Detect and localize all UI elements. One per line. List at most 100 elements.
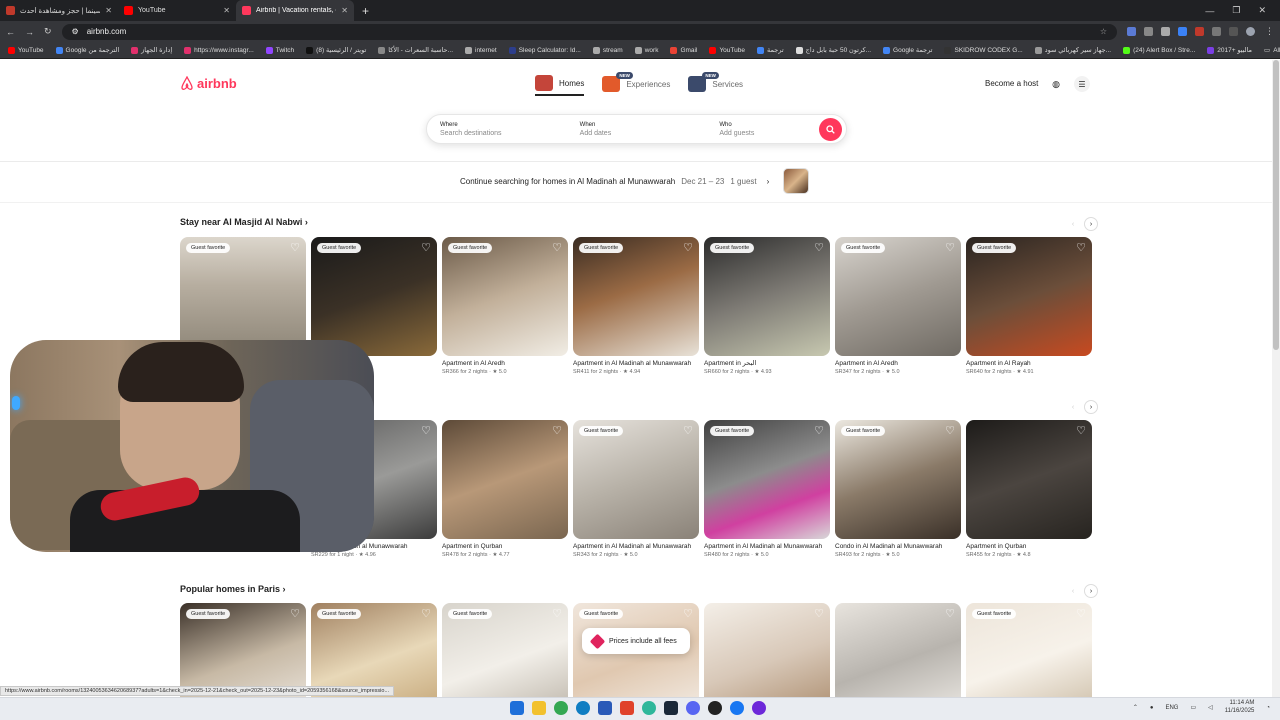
discord-icon[interactable]	[686, 701, 700, 715]
heart-icon[interactable]: ♡	[1076, 424, 1086, 437]
bookmark-item[interactable]: (24) Alert Box / Stre...	[1123, 46, 1195, 54]
heart-icon[interactable]: ♡	[1076, 607, 1086, 620]
bookmark-item[interactable]: مالبيو +2017	[1207, 46, 1252, 54]
language-indicator[interactable]: ENG	[1165, 705, 1178, 711]
volume-icon[interactable]: ◁	[1208, 704, 1213, 711]
bookmark-item[interactable]: YouTube	[8, 46, 44, 54]
bookmark-item[interactable]: تويتر / الرئيسية (8)	[306, 46, 366, 54]
listing-photo[interactable]: ♡	[966, 420, 1092, 539]
scrollbar-thumb[interactable]	[1273, 60, 1279, 350]
microphone-tray-icon[interactable]: ●	[1150, 705, 1154, 711]
bookmark-item[interactable]: SKIDROW CODEX G...	[944, 46, 1023, 54]
brave-icon[interactable]	[620, 701, 634, 715]
chevron-right-icon[interactable]: ›	[1084, 400, 1098, 414]
heart-icon[interactable]: ♡	[814, 607, 824, 620]
chevron-left-icon[interactable]: ‹	[1066, 584, 1080, 598]
tab-close-icon[interactable]: ✕	[223, 6, 230, 15]
heart-icon[interactable]: ♡	[683, 607, 693, 620]
listing-photo[interactable]: Guest favorite ♡	[704, 420, 830, 539]
bookmark-item[interactable]: Gmail	[670, 46, 697, 54]
bookmark-item[interactable]: Google الترجمة من	[55, 46, 119, 54]
notification-bell-icon[interactable]: ◔	[1266, 705, 1270, 711]
file-explorer-icon[interactable]	[532, 701, 546, 715]
heart-icon[interactable]: ♡	[421, 241, 431, 254]
bookmark-item[interactable]: work	[634, 46, 658, 54]
tab-close-icon[interactable]: ✕	[105, 6, 112, 15]
airbnb-logo[interactable]: airbnb	[180, 76, 237, 91]
extension-icon[interactable]	[1144, 27, 1153, 36]
heart-icon[interactable]: ♡	[945, 424, 955, 437]
steam-icon[interactable]	[664, 701, 678, 715]
app-icon[interactable]	[752, 701, 766, 715]
listing-photo[interactable]: Guest favorite ♡	[442, 237, 568, 356]
listing-card[interactable]: Guest favorite ♡ Apartment in Al Madinah…	[573, 420, 699, 558]
chevron-left-icon[interactable]: ‹	[1066, 400, 1080, 414]
extension-icon[interactable]	[1127, 27, 1136, 36]
bookmark-item[interactable]: Twitch	[265, 46, 294, 54]
listing-photo[interactable]: Guest favorite ♡	[966, 237, 1092, 356]
browser-tab[interactable]: Airbnb | Vacation rentals, cabin ✕	[236, 0, 354, 21]
extension-icon[interactable]	[1161, 27, 1170, 36]
bookmark-item[interactable]: Sleep Calculator: Id...	[508, 46, 581, 54]
url-field[interactable]: ⚙ airbnb.com ☆	[61, 23, 1117, 40]
browser-tab[interactable]: موفي سينما | حجز ومشاهدة أحدث ✕	[0, 0, 118, 21]
section-title-stay-near[interactable]: Stay near Al Masjid Al Nabwi ›	[180, 217, 308, 227]
listing-card[interactable]: ♡ Apartment in Qurban SR455 for 2 nights…	[966, 420, 1092, 558]
store-icon[interactable]	[598, 701, 612, 715]
price-info-chip[interactable]: Prices include all fees	[582, 628, 690, 654]
browser-menu-icon[interactable]: ⋮	[1265, 26, 1274, 37]
bookmark-item[interactable]: كرتون 50 حبة بابل داج...	[795, 46, 871, 54]
listing-card[interactable]: Guest favorite ♡ Apartment in Al Aredh S…	[835, 237, 961, 375]
continue-searching-banner[interactable]: Continue searching for homes in Al Madin…	[460, 168, 810, 194]
listing-card[interactable]: Guest favorite ♡ Apartment in Al Madinah…	[704, 420, 830, 558]
all-bookmarks-button[interactable]: ▭All Bookmarks	[1264, 46, 1280, 55]
chevron-left-icon[interactable]: ‹	[1066, 217, 1080, 231]
clock[interactable]: 11:14 AM 11/16/2025	[1225, 700, 1255, 715]
profile-avatar[interactable]	[1246, 27, 1255, 36]
minimize-icon[interactable]: —	[1205, 6, 1214, 16]
close-window-icon[interactable]: ✕	[1258, 5, 1266, 16]
bookmark-item[interactable]: YouTube	[709, 46, 745, 54]
become-host-link[interactable]: Become a host	[985, 79, 1038, 88]
listing-photo[interactable]: Guest favorite ♡	[311, 237, 437, 356]
new-tab-button[interactable]: +	[354, 0, 377, 21]
listing-card[interactable]: Guest favorite ♡ Condo in Al Madinah al …	[835, 420, 961, 558]
heart-icon[interactable]: ♡	[290, 607, 300, 620]
chevron-up-icon[interactable]: ⌃	[1133, 704, 1138, 711]
edge-icon[interactable]	[576, 701, 590, 715]
app-icon[interactable]	[708, 701, 722, 715]
browser-tab[interactable]: YouTube ✕	[118, 0, 236, 21]
bookmark-item[interactable]: internet	[465, 46, 497, 54]
extension-icon[interactable]	[1195, 27, 1204, 36]
globe-icon[interactable]: ◍	[1048, 76, 1064, 92]
network-icon[interactable]: ▭	[1190, 704, 1196, 711]
bookmark-item[interactable]: stream	[592, 46, 623, 54]
heart-icon[interactable]: ♡	[552, 424, 562, 437]
listing-card[interactable]: ♡ Apartment in Qurban SR478 for 2 nights…	[442, 420, 568, 558]
heart-icon[interactable]: ♡	[814, 241, 824, 254]
heart-icon[interactable]: ♡	[814, 424, 824, 437]
listing-card[interactable]: Guest favorite ♡ Apartment in Al Rayah S…	[966, 237, 1092, 375]
app-icon[interactable]	[730, 701, 744, 715]
heart-icon[interactable]: ♡	[945, 607, 955, 620]
heart-icon[interactable]: ♡	[290, 241, 300, 254]
chevron-right-icon[interactable]: ›	[1084, 584, 1098, 598]
heart-icon[interactable]: ♡	[552, 241, 562, 254]
bookmark-item[interactable]: حاسبة السعرات - الأكا...	[378, 46, 453, 54]
site-info-icon[interactable]: ⚙	[72, 27, 79, 36]
listing-card[interactable]: Guest favorite ♡ Apartment in Al Madinah…	[573, 237, 699, 375]
bookmark-item[interactable]: https://www.instagr...	[184, 46, 254, 54]
heart-icon[interactable]: ♡	[421, 607, 431, 620]
app-icon[interactable]	[642, 701, 656, 715]
search-button[interactable]	[819, 118, 842, 141]
tab-services[interactable]: NEW Services	[688, 72, 743, 96]
back-icon[interactable]: ←	[6, 27, 15, 37]
windows-start-icon[interactable]	[510, 701, 524, 715]
section-title-paris[interactable]: Popular homes in Paris ›	[180, 584, 286, 594]
tab-homes[interactable]: Homes	[535, 72, 585, 96]
extension-icon[interactable]	[1212, 27, 1221, 36]
tab-close-icon[interactable]: ✕	[341, 6, 348, 15]
hamburger-menu-icon[interactable]: ☰	[1074, 76, 1090, 92]
listing-card[interactable]: Guest favorite ♡ Apartment in البحر SR66…	[704, 237, 830, 375]
reload-icon[interactable]: ↻	[44, 26, 52, 37]
